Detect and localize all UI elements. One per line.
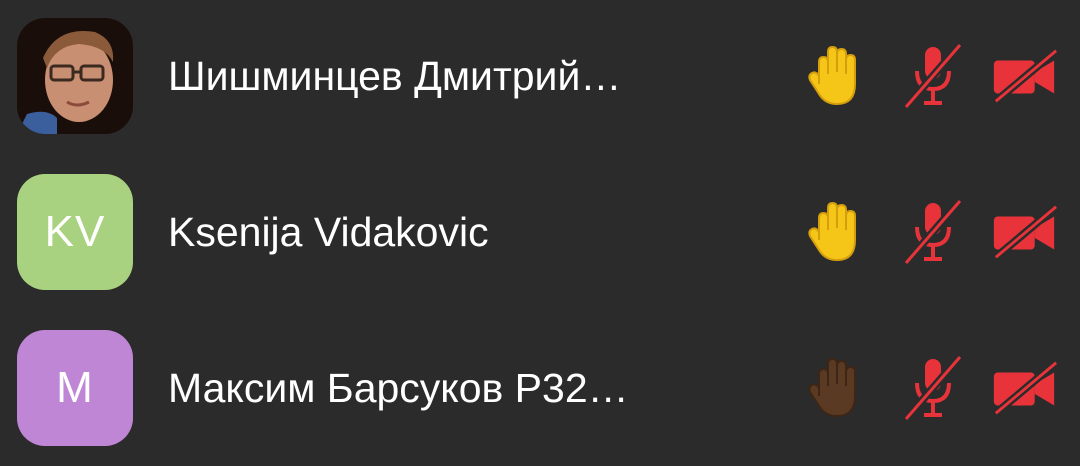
camera-off-icon[interactable] — [990, 353, 1060, 423]
raised-hand-icon[interactable] — [800, 41, 870, 111]
avatar-initials-text: KV — [44, 207, 106, 256]
avatar-photo-illustration — [17, 18, 133, 134]
mic-off-icon[interactable] — [898, 41, 968, 111]
participant-row[interactable]: KV Ksenija Vidakovic — [0, 172, 1080, 292]
participant-name: Шишминцев Дмитрий… — [168, 52, 622, 99]
mic-off-icon[interactable] — [898, 197, 968, 267]
avatar-initials: KV — [17, 174, 133, 290]
avatar-initials-text: M — [56, 363, 94, 412]
participant-name: Максим Барсуков Р32… — [168, 364, 629, 411]
participant-name: Ksenija Vidakovic — [168, 208, 489, 255]
camera-off-icon[interactable] — [990, 41, 1060, 111]
raised-hand-icon[interactable] — [800, 197, 870, 267]
participants-list: Шишминцев Дмитрий… KV Ksenija Vidakovic … — [0, 0, 1080, 466]
avatar-photo — [17, 18, 133, 134]
participant-row[interactable]: M Максим Барсуков Р32… — [0, 328, 1080, 448]
mic-off-icon[interactable] — [898, 353, 968, 423]
camera-off-icon[interactable] — [990, 197, 1060, 267]
avatar-initials: M — [17, 330, 133, 446]
raised-hand-icon[interactable] — [800, 353, 870, 423]
participant-row[interactable]: Шишминцев Дмитрий… — [0, 16, 1080, 136]
